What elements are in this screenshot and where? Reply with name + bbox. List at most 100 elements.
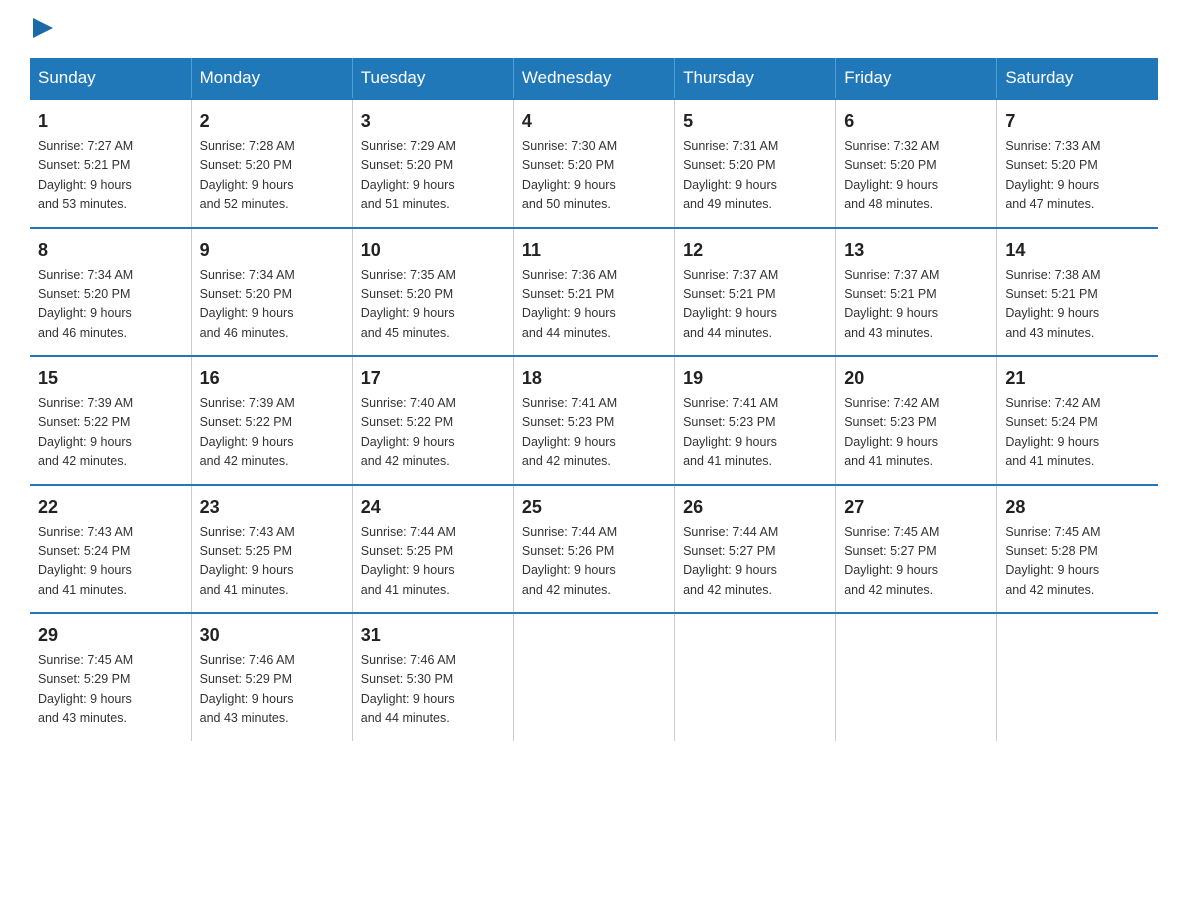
day-info: Sunrise: 7:41 AMSunset: 5:23 PMDaylight:… — [522, 394, 666, 472]
weekday-header-thursday: Thursday — [675, 58, 836, 99]
day-info: Sunrise: 7:43 AMSunset: 5:24 PMDaylight:… — [38, 523, 183, 601]
day-info: Sunrise: 7:43 AMSunset: 5:25 PMDaylight:… — [200, 523, 344, 601]
day-info: Sunrise: 7:37 AMSunset: 5:21 PMDaylight:… — [844, 266, 988, 344]
calendar-day-cell: 14Sunrise: 7:38 AMSunset: 5:21 PMDayligh… — [997, 228, 1158, 357]
day-info: Sunrise: 7:44 AMSunset: 5:27 PMDaylight:… — [683, 523, 827, 601]
day-info: Sunrise: 7:28 AMSunset: 5:20 PMDaylight:… — [200, 137, 344, 215]
calendar-day-cell: 8Sunrise: 7:34 AMSunset: 5:20 PMDaylight… — [30, 228, 191, 357]
day-info: Sunrise: 7:39 AMSunset: 5:22 PMDaylight:… — [38, 394, 183, 472]
calendar-day-cell: 13Sunrise: 7:37 AMSunset: 5:21 PMDayligh… — [836, 228, 997, 357]
day-number: 10 — [361, 237, 505, 264]
calendar-day-cell: 12Sunrise: 7:37 AMSunset: 5:21 PMDayligh… — [675, 228, 836, 357]
calendar-day-cell: 22Sunrise: 7:43 AMSunset: 5:24 PMDayligh… — [30, 485, 191, 614]
day-info: Sunrise: 7:35 AMSunset: 5:20 PMDaylight:… — [361, 266, 505, 344]
calendar-day-cell: 17Sunrise: 7:40 AMSunset: 5:22 PMDayligh… — [352, 356, 513, 485]
calendar-table: SundayMondayTuesdayWednesdayThursdayFrid… — [30, 58, 1158, 741]
day-info: Sunrise: 7:29 AMSunset: 5:20 PMDaylight:… — [361, 137, 505, 215]
calendar-day-cell: 18Sunrise: 7:41 AMSunset: 5:23 PMDayligh… — [513, 356, 674, 485]
calendar-day-cell: 1Sunrise: 7:27 AMSunset: 5:21 PMDaylight… — [30, 99, 191, 228]
day-number: 14 — [1005, 237, 1150, 264]
calendar-day-cell: 27Sunrise: 7:45 AMSunset: 5:27 PMDayligh… — [836, 485, 997, 614]
day-number: 9 — [200, 237, 344, 264]
day-number: 26 — [683, 494, 827, 521]
calendar-day-cell: 24Sunrise: 7:44 AMSunset: 5:25 PMDayligh… — [352, 485, 513, 614]
calendar-day-cell: 9Sunrise: 7:34 AMSunset: 5:20 PMDaylight… — [191, 228, 352, 357]
day-info: Sunrise: 7:36 AMSunset: 5:21 PMDaylight:… — [522, 266, 666, 344]
calendar-day-cell: 15Sunrise: 7:39 AMSunset: 5:22 PMDayligh… — [30, 356, 191, 485]
calendar-day-cell: 21Sunrise: 7:42 AMSunset: 5:24 PMDayligh… — [997, 356, 1158, 485]
day-info: Sunrise: 7:42 AMSunset: 5:24 PMDaylight:… — [1005, 394, 1150, 472]
calendar-day-cell — [675, 613, 836, 741]
calendar-day-cell: 7Sunrise: 7:33 AMSunset: 5:20 PMDaylight… — [997, 99, 1158, 228]
logo — [30, 20, 53, 38]
weekday-header-friday: Friday — [836, 58, 997, 99]
calendar-week-row: 22Sunrise: 7:43 AMSunset: 5:24 PMDayligh… — [30, 485, 1158, 614]
day-info: Sunrise: 7:38 AMSunset: 5:21 PMDaylight:… — [1005, 266, 1150, 344]
calendar-day-cell: 25Sunrise: 7:44 AMSunset: 5:26 PMDayligh… — [513, 485, 674, 614]
day-info: Sunrise: 7:27 AMSunset: 5:21 PMDaylight:… — [38, 137, 183, 215]
weekday-header-saturday: Saturday — [997, 58, 1158, 99]
calendar-day-cell: 31Sunrise: 7:46 AMSunset: 5:30 PMDayligh… — [352, 613, 513, 741]
day-number: 30 — [200, 622, 344, 649]
day-info: Sunrise: 7:44 AMSunset: 5:25 PMDaylight:… — [361, 523, 505, 601]
day-info: Sunrise: 7:32 AMSunset: 5:20 PMDaylight:… — [844, 137, 988, 215]
day-info: Sunrise: 7:30 AMSunset: 5:20 PMDaylight:… — [522, 137, 666, 215]
page-header — [30, 20, 1158, 38]
day-info: Sunrise: 7:45 AMSunset: 5:29 PMDaylight:… — [38, 651, 183, 729]
day-info: Sunrise: 7:34 AMSunset: 5:20 PMDaylight:… — [38, 266, 183, 344]
day-number: 28 — [1005, 494, 1150, 521]
calendar-week-row: 8Sunrise: 7:34 AMSunset: 5:20 PMDaylight… — [30, 228, 1158, 357]
calendar-day-cell: 5Sunrise: 7:31 AMSunset: 5:20 PMDaylight… — [675, 99, 836, 228]
day-number: 1 — [38, 108, 183, 135]
day-info: Sunrise: 7:41 AMSunset: 5:23 PMDaylight:… — [683, 394, 827, 472]
day-number: 27 — [844, 494, 988, 521]
calendar-day-cell: 19Sunrise: 7:41 AMSunset: 5:23 PMDayligh… — [675, 356, 836, 485]
calendar-day-cell — [997, 613, 1158, 741]
weekday-header-wednesday: Wednesday — [513, 58, 674, 99]
calendar-day-cell — [836, 613, 997, 741]
day-number: 3 — [361, 108, 505, 135]
day-number: 23 — [200, 494, 344, 521]
day-number: 18 — [522, 365, 666, 392]
day-number: 6 — [844, 108, 988, 135]
day-number: 29 — [38, 622, 183, 649]
day-info: Sunrise: 7:33 AMSunset: 5:20 PMDaylight:… — [1005, 137, 1150, 215]
day-number: 5 — [683, 108, 827, 135]
calendar-day-cell: 28Sunrise: 7:45 AMSunset: 5:28 PMDayligh… — [997, 485, 1158, 614]
calendar-day-cell: 29Sunrise: 7:45 AMSunset: 5:29 PMDayligh… — [30, 613, 191, 741]
calendar-day-cell: 20Sunrise: 7:42 AMSunset: 5:23 PMDayligh… — [836, 356, 997, 485]
day-info: Sunrise: 7:31 AMSunset: 5:20 PMDaylight:… — [683, 137, 827, 215]
day-info: Sunrise: 7:46 AMSunset: 5:29 PMDaylight:… — [200, 651, 344, 729]
calendar-day-cell: 6Sunrise: 7:32 AMSunset: 5:20 PMDaylight… — [836, 99, 997, 228]
logo-arrow-icon — [33, 18, 53, 38]
day-info: Sunrise: 7:45 AMSunset: 5:28 PMDaylight:… — [1005, 523, 1150, 601]
day-number: 4 — [522, 108, 666, 135]
day-number: 25 — [522, 494, 666, 521]
day-number: 12 — [683, 237, 827, 264]
calendar-day-cell: 10Sunrise: 7:35 AMSunset: 5:20 PMDayligh… — [352, 228, 513, 357]
day-info: Sunrise: 7:34 AMSunset: 5:20 PMDaylight:… — [200, 266, 344, 344]
day-number: 31 — [361, 622, 505, 649]
day-number: 2 — [200, 108, 344, 135]
calendar-day-cell: 11Sunrise: 7:36 AMSunset: 5:21 PMDayligh… — [513, 228, 674, 357]
day-info: Sunrise: 7:44 AMSunset: 5:26 PMDaylight:… — [522, 523, 666, 601]
day-number: 20 — [844, 365, 988, 392]
day-number: 22 — [38, 494, 183, 521]
day-number: 16 — [200, 365, 344, 392]
day-info: Sunrise: 7:45 AMSunset: 5:27 PMDaylight:… — [844, 523, 988, 601]
day-info: Sunrise: 7:37 AMSunset: 5:21 PMDaylight:… — [683, 266, 827, 344]
calendar-week-row: 29Sunrise: 7:45 AMSunset: 5:29 PMDayligh… — [30, 613, 1158, 741]
calendar-day-cell: 2Sunrise: 7:28 AMSunset: 5:20 PMDaylight… — [191, 99, 352, 228]
calendar-day-cell: 16Sunrise: 7:39 AMSunset: 5:22 PMDayligh… — [191, 356, 352, 485]
day-number: 15 — [38, 365, 183, 392]
calendar-day-cell: 23Sunrise: 7:43 AMSunset: 5:25 PMDayligh… — [191, 485, 352, 614]
day-number: 11 — [522, 237, 666, 264]
day-info: Sunrise: 7:46 AMSunset: 5:30 PMDaylight:… — [361, 651, 505, 729]
calendar-day-cell: 3Sunrise: 7:29 AMSunset: 5:20 PMDaylight… — [352, 99, 513, 228]
day-number: 7 — [1005, 108, 1150, 135]
calendar-day-cell: 30Sunrise: 7:46 AMSunset: 5:29 PMDayligh… — [191, 613, 352, 741]
day-number: 17 — [361, 365, 505, 392]
day-number: 24 — [361, 494, 505, 521]
weekday-header-sunday: Sunday — [30, 58, 191, 99]
calendar-day-cell: 26Sunrise: 7:44 AMSunset: 5:27 PMDayligh… — [675, 485, 836, 614]
